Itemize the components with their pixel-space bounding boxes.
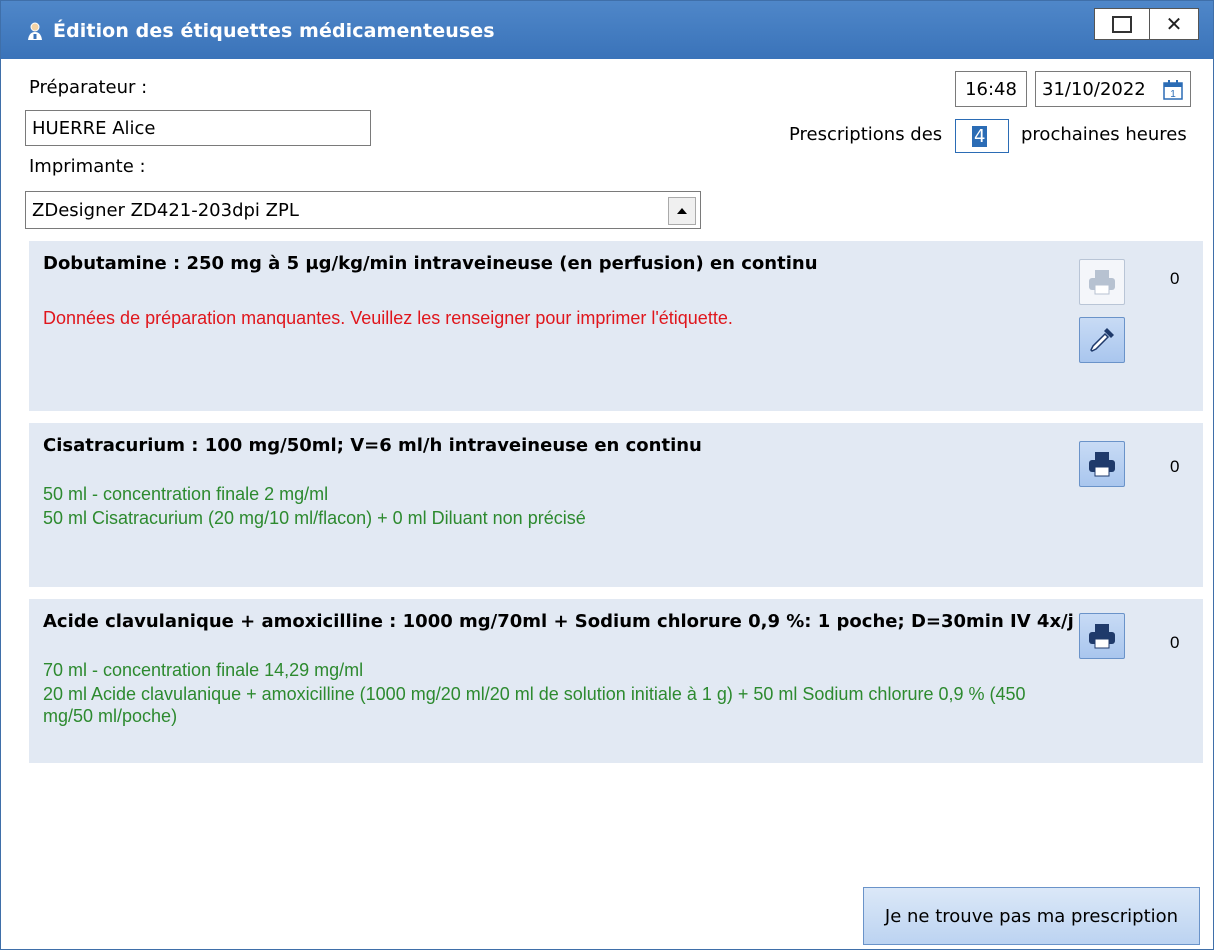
prescription-detail-line: 20 ml Acide clavulanique + amoxicilline …: [43, 684, 1026, 726]
date-input[interactable]: 31/10/2022 1: [1035, 71, 1191, 107]
print-count: 0: [1170, 457, 1180, 476]
printer-select-value: ZDesigner ZD421-203dpi ZPL: [32, 199, 299, 221]
date-value: 31/10/2022: [1042, 78, 1146, 100]
preparer-input[interactable]: HUERRE Alice: [25, 110, 371, 146]
title-bar: Édition des étiquettes médicamenteuses ✕: [1, 1, 1213, 59]
maximize-button[interactable]: [1094, 8, 1150, 40]
printer-label: Imprimante :: [29, 156, 146, 177]
printer-icon: [1089, 452, 1115, 477]
content-area: Préparateur : HUERRE Alice Imprimante : …: [1, 59, 1213, 949]
prescriptions-prefix-label: Prescriptions des: [789, 124, 943, 145]
dropdown-arrow-icon[interactable]: [668, 197, 696, 225]
prescriptions-suffix-label: prochaines heures: [1021, 124, 1187, 145]
print-button[interactable]: [1079, 613, 1125, 659]
dropper-icon: [1090, 328, 1114, 352]
prescription-detail-line: 50 ml - concentration finale 2 mg/ml: [43, 484, 329, 504]
prepare-data-button[interactable]: [1079, 317, 1125, 363]
prescription-detail-line: 70 ml - concentration finale 14,29 mg/ml: [43, 660, 364, 680]
prescription-title: Dobutamine : 250 mg à 5 µg/kg/min intrav…: [43, 253, 818, 274]
prescription-not-found-button[interactable]: Je ne trouve pas ma prescription: [863, 887, 1200, 945]
printer-select[interactable]: ZDesigner ZD421-203dpi ZPL: [25, 191, 701, 229]
hours-input[interactable]: 4: [955, 119, 1009, 153]
prescription-card: Acide clavulanique + amoxicilline : 1000…: [29, 599, 1203, 763]
maximize-icon: [1112, 15, 1132, 33]
label-editor-window: Édition des étiquettes médicamenteuses ✕…: [0, 0, 1214, 950]
time-input[interactable]: 16:48: [955, 71, 1027, 107]
pharmacist-icon: [28, 22, 42, 40]
window-title: Édition des étiquettes médicamenteuses: [53, 20, 495, 42]
hours-value: 4: [972, 125, 988, 147]
prescription-card: Cisatracurium : 100 mg/50ml; V=6 ml/h in…: [29, 423, 1203, 587]
print-count: 0: [1170, 269, 1180, 288]
close-button[interactable]: ✕: [1149, 8, 1199, 40]
print-button[interactable]: [1079, 259, 1125, 305]
prescription-title: Acide clavulanique + amoxicilline : 1000…: [43, 611, 1074, 632]
printer-icon: [1089, 270, 1115, 295]
prescription-card: Dobutamine : 250 mg à 5 µg/kg/min intrav…: [29, 241, 1203, 411]
close-icon: ✕: [1165, 13, 1183, 36]
prescription-title: Cisatracurium : 100 mg/50ml; V=6 ml/h in…: [43, 435, 702, 456]
prescription-error-message: Données de préparation manquantes. Veuil…: [43, 308, 733, 328]
calendar-day: 1: [1170, 89, 1176, 100]
preparer-label: Préparateur :: [29, 77, 148, 98]
printer-icon: [1089, 624, 1115, 649]
prescription-detail-line: 50 ml Cisatracurium (20 mg/10 ml/flacon)…: [43, 508, 586, 528]
print-count: 0: [1170, 633, 1180, 652]
print-button[interactable]: [1079, 441, 1125, 487]
calendar-icon[interactable]: 1: [1162, 79, 1184, 101]
